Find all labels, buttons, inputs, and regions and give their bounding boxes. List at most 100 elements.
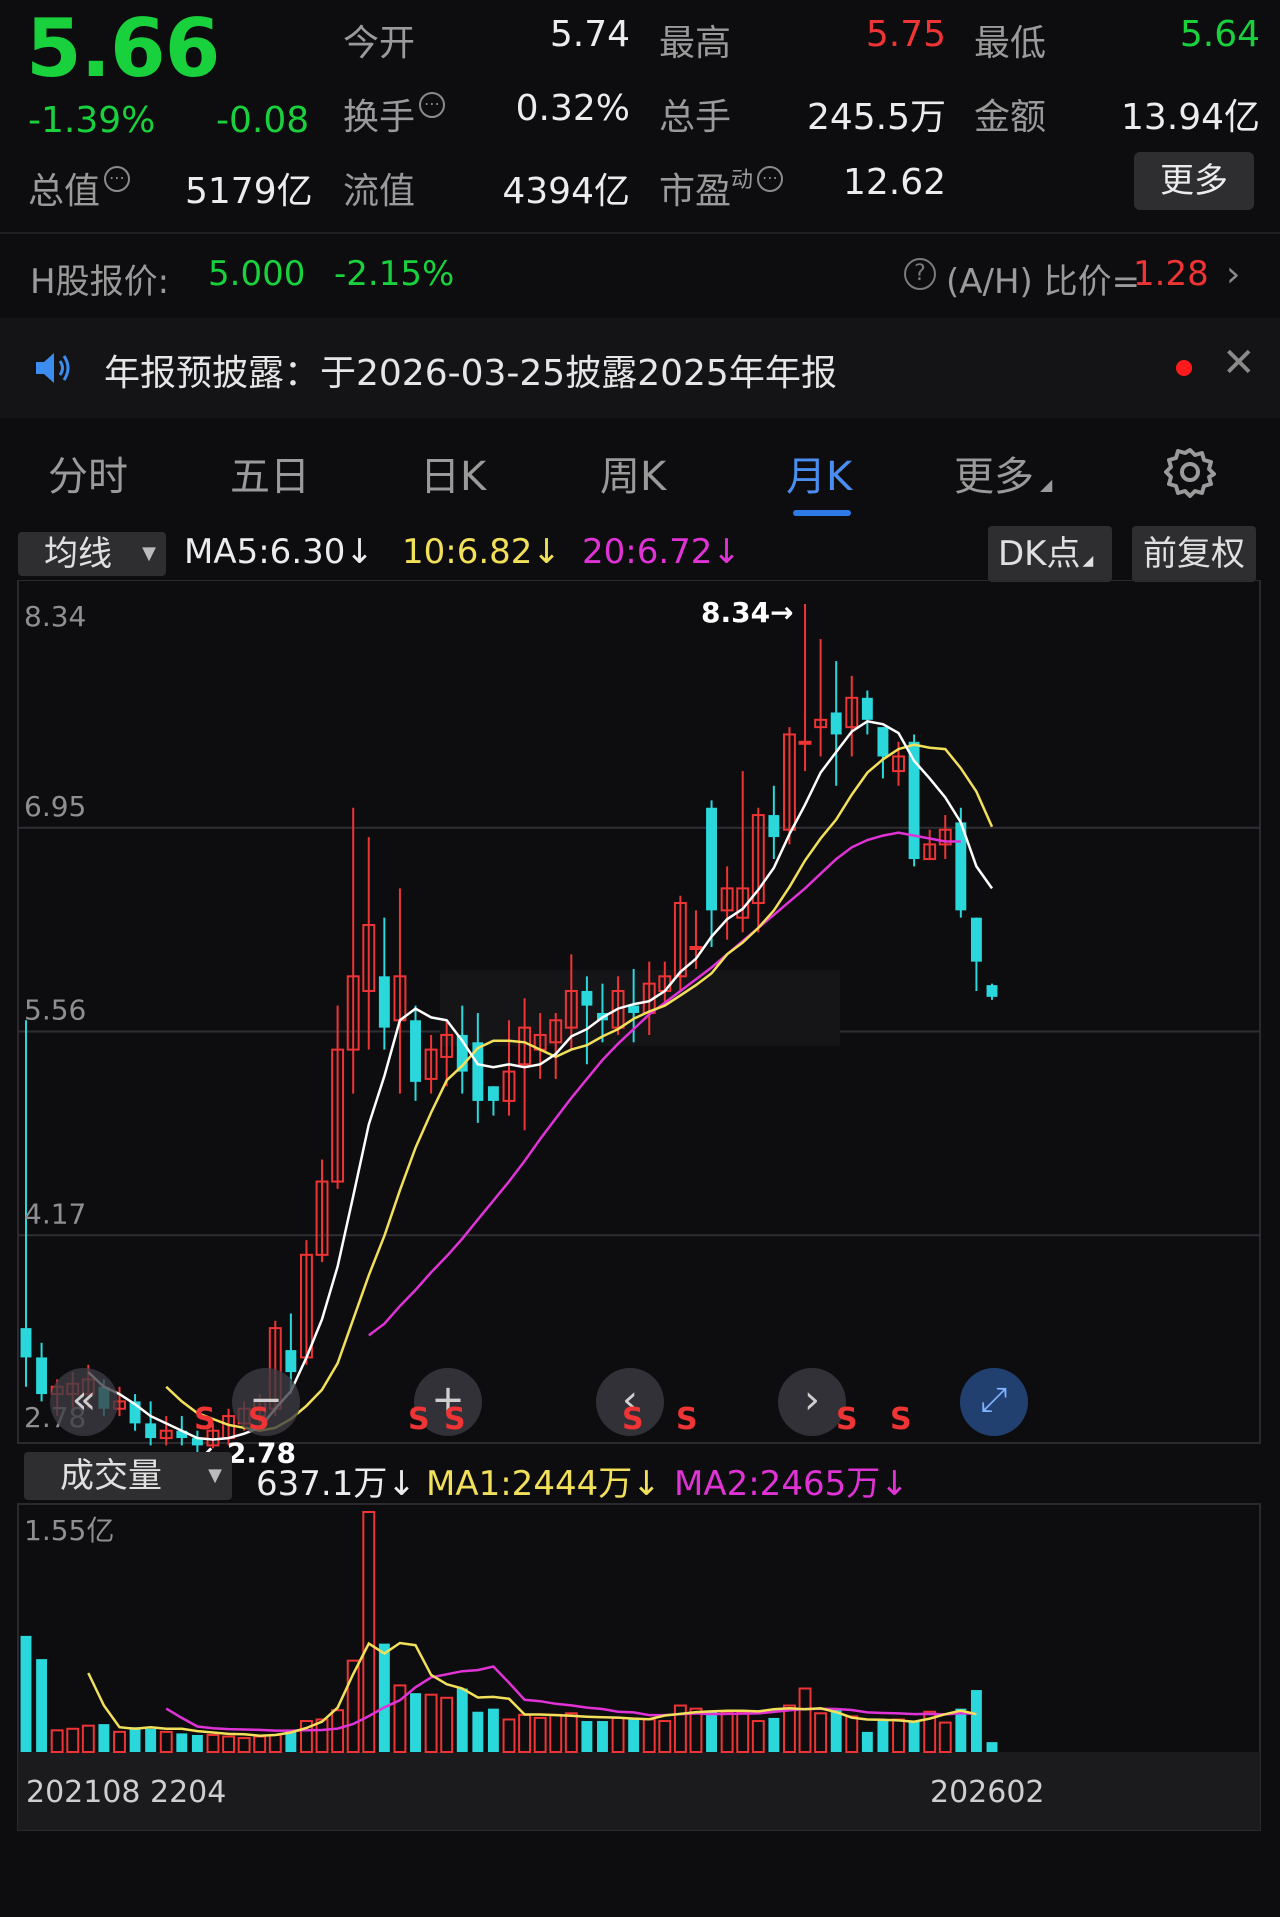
tab-five-day[interactable]: 五日 [230, 444, 310, 502]
signal-marker[interactable]: S [890, 1402, 912, 1437]
ma-indicator-select[interactable]: 均线 ▼ [18, 532, 166, 576]
price-tick-label: 5.56 [24, 994, 86, 1027]
forward-adjust-button[interactable]: 前复权 [1132, 526, 1256, 582]
corner-triangle-icon: ◢ [1040, 475, 1053, 494]
volume-bar [378, 1643, 390, 1752]
signal-marker[interactable]: S [676, 1402, 698, 1437]
volume-bar [410, 1693, 421, 1752]
price-tick-label: 6.95 [24, 790, 86, 823]
volume-bar [970, 1690, 982, 1752]
signal-marker[interactable]: S [248, 1402, 270, 1437]
open-value: 5.74 [549, 14, 630, 55]
period-tabs: 分时 五日 日K 周K 月K 更多 ◢ [0, 420, 1280, 524]
signal-marker[interactable]: S [408, 1402, 430, 1437]
volume-tick-label: 1.55亿 [24, 1514, 114, 1547]
date-tick-label: 202108 [26, 1775, 141, 1810]
volume-bar [938, 1721, 952, 1754]
watermark-block [440, 970, 840, 1046]
ma10-value: 10:6.82↓ [402, 532, 561, 572]
candle-body [145, 1423, 157, 1439]
fullscreen-button[interactable]: ⤢ [960, 1368, 1028, 1436]
tab-more[interactable]: 更多 ◢ [954, 444, 1052, 502]
ah-ratio-label: (A/H) 比价= [946, 262, 1141, 302]
current-price: 5.66 [26, 2, 220, 95]
chevron-right-icon[interactable]: › [1226, 254, 1240, 295]
volume-bar [502, 1718, 516, 1754]
question-icon[interactable]: ? [904, 258, 936, 290]
volume-bar [222, 1735, 236, 1753]
candle-body [798, 740, 812, 745]
volume-bar [861, 1731, 873, 1752]
candle-body [581, 990, 593, 1006]
ma20-value: 20:6.72↓ [582, 532, 741, 572]
tab-monthly-k[interactable]: 月K [786, 444, 852, 502]
tab-weekly-k[interactable]: 周K [600, 444, 666, 502]
high-value: 5.75 [865, 14, 946, 55]
price-tick-label: 8.34 [24, 600, 86, 633]
info-circle-icon[interactable]: ⋯ [419, 92, 446, 118]
volume-bar [814, 1712, 828, 1753]
volume-bar [706, 1711, 718, 1752]
signal-marker[interactable]: S [836, 1402, 858, 1437]
gear-icon[interactable] [1164, 446, 1216, 498]
candle-body [877, 727, 889, 757]
volume-bar [830, 1708, 842, 1752]
candle-body [285, 1350, 297, 1373]
volume-bar [533, 1716, 547, 1753]
quote-panel: 5.66 -1.39% -0.08 总值 ⋯ 5179亿 今开 5.74 最高 5… [0, 0, 1280, 232]
info-circle-icon[interactable]: ⋯ [757, 166, 784, 192]
volume-bar [159, 1730, 173, 1754]
h-share-row[interactable]: H股报价: 5.000 -2.15% ? (A/H) 比价= 1.28 › [0, 234, 1280, 316]
change-percent: -1.39% [28, 100, 156, 141]
volume-bar [472, 1711, 484, 1752]
volume-bar [176, 1733, 188, 1752]
volume-bar [751, 1720, 765, 1753]
date-tick-label: 202602 [930, 1775, 1045, 1810]
volume-label: 总手 [659, 97, 732, 138]
volume-bar [986, 1742, 998, 1752]
close-icon[interactable]: ✕ [1222, 340, 1256, 386]
dk-points-button[interactable]: DK点 ◢ [988, 526, 1112, 582]
volume-bar [798, 1687, 812, 1753]
price-tick-label: 4.17 [24, 1197, 86, 1230]
volume-bar [628, 1719, 640, 1752]
volume-bar [782, 1704, 796, 1753]
volume-bar [689, 1707, 703, 1753]
signal-marker[interactable]: S [444, 1402, 466, 1437]
low-label: 最低 [974, 23, 1047, 64]
more-button[interactable]: 更多 [1134, 152, 1254, 210]
volume-bar [736, 1710, 750, 1754]
candle-body [986, 985, 998, 997]
fast-back-button[interactable]: « [50, 1368, 118, 1436]
signal-marker[interactable]: S [622, 1402, 644, 1437]
h-share-percent: -2.15% [334, 254, 455, 294]
candle-body [689, 946, 703, 951]
candle-body [970, 917, 982, 962]
pe-label[interactable]: 市盈动 ⋯ [659, 162, 784, 214]
unread-dot-icon [1176, 360, 1192, 376]
kline-chart[interactable]: 8.346.955.564.172.788.34→←2.781.55亿 2021… [0, 580, 1280, 1917]
volume-bar [720, 1710, 734, 1754]
volume-bar [642, 1718, 656, 1754]
total-cap-label[interactable]: 总值 ⋯ [28, 162, 131, 214]
float-cap-value: 4394亿 [502, 171, 630, 212]
announcement-bar[interactable]: 年报预披露：于2026-03-25披露2025年年报 ✕ [0, 318, 1280, 418]
tab-daily-k[interactable]: 日K [420, 444, 486, 502]
ma20-line [368, 831, 961, 1337]
info-circle-icon[interactable]: ⋯ [104, 166, 131, 192]
volume-bar [564, 1712, 578, 1753]
candle-body [410, 1020, 421, 1082]
volume-ma-lines [87, 1641, 977, 1737]
volume-bar [424, 1693, 438, 1754]
announcement-text: 年报预披露：于2026-03-25披露2025年年报 [104, 353, 837, 394]
volume-bar [50, 1729, 64, 1754]
candle-body [628, 1005, 640, 1013]
tab-intraday[interactable]: 分时 [48, 444, 128, 502]
candle-body [830, 712, 842, 735]
turnover-label[interactable]: 换手 ⋯ [343, 88, 446, 140]
active-tab-indicator [793, 510, 851, 516]
volume-indicator-select[interactable]: 成交量 ▼ [24, 1452, 232, 1500]
signal-marker[interactable]: S [194, 1402, 216, 1437]
dropdown-arrow-icon: ▼ [208, 1465, 222, 1486]
low-value: 5.64 [1179, 14, 1260, 55]
